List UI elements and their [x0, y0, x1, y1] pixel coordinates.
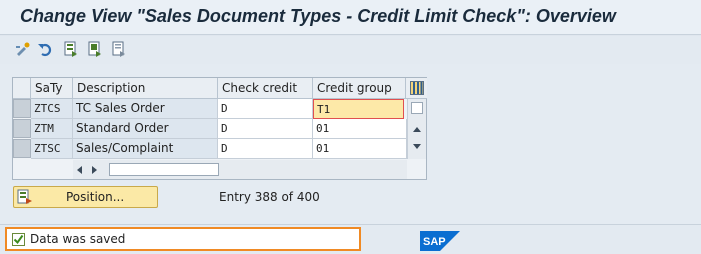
column-header-credit-group[interactable]: Credit group	[313, 78, 406, 99]
sap-logo: SAP	[420, 231, 460, 251]
horizontal-scroll-thumb[interactable]	[109, 163, 219, 176]
sap-logo-text: SAP	[423, 236, 446, 248]
position-button[interactable]: Position...	[13, 186, 158, 208]
saty-cell: ZTM	[31, 119, 73, 139]
entry-counter: Entry 388 of 400	[219, 190, 320, 204]
horizontal-scrollbar[interactable]	[73, 160, 407, 179]
description-cell: Standard Order	[73, 119, 218, 139]
scroll-up-icon[interactable]	[412, 125, 422, 133]
success-check-icon	[12, 233, 25, 246]
row-select-button[interactable]	[13, 139, 31, 158]
table-settings-icon[interactable]	[406, 78, 427, 99]
position-button-label: Position...	[66, 190, 125, 204]
vertical-scrollbar[interactable]	[407, 99, 426, 159]
column-header-check-credit[interactable]: Check credit	[218, 78, 313, 99]
credit-group-input[interactable]: T1	[313, 99, 404, 119]
column-header-saty[interactable]: SaTy	[31, 78, 73, 99]
scroll-left-icon[interactable]	[75, 165, 83, 175]
check-credit-input[interactable]: D	[218, 99, 313, 119]
check-credit-input[interactable]: D	[218, 139, 313, 159]
select-all-icon[interactable]	[62, 40, 80, 58]
position-icon	[17, 189, 32, 204]
deselect-all-icon[interactable]	[110, 40, 128, 58]
scroll-right-icon[interactable]	[91, 165, 99, 175]
row-select-button[interactable]	[13, 119, 31, 138]
undo-icon[interactable]	[36, 40, 54, 58]
page-title: Change View "Sales Document Types - Cred…	[20, 6, 616, 26]
credit-group-input[interactable]: 01	[313, 139, 407, 159]
check-credit-input[interactable]: D	[218, 119, 313, 139]
status-message-box[interactable]: Data was saved	[5, 227, 361, 251]
row-select-button[interactable]	[13, 99, 31, 118]
credit-group-input[interactable]: 01	[313, 119, 407, 139]
description-cell: TC Sales Order	[73, 99, 218, 119]
column-header-description[interactable]: Description	[73, 78, 218, 99]
scroll-thumb[interactable]	[411, 102, 423, 114]
description-cell: Sales/Complaint	[73, 139, 218, 159]
status-message: Data was saved	[30, 232, 126, 246]
select-block-icon[interactable]	[86, 40, 104, 58]
saty-cell: ZTCS	[31, 99, 73, 119]
scroll-down-icon[interactable]	[412, 143, 422, 151]
saty-cell: ZTSC	[31, 139, 73, 159]
application-toolbar	[0, 36, 701, 64]
title-bar: Change View "Sales Document Types - Cred…	[0, 0, 701, 35]
select-all-rows-button[interactable]	[13, 78, 31, 99]
table-control: SaTy Description Check credit Credit gro…	[12, 77, 427, 180]
display-change-icon[interactable]	[14, 40, 32, 58]
